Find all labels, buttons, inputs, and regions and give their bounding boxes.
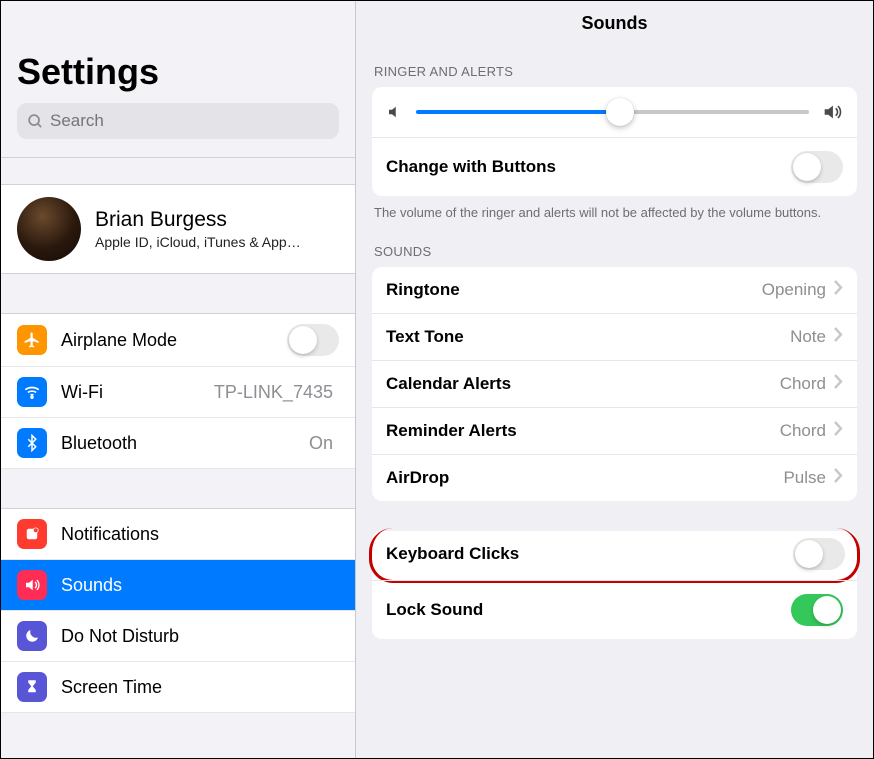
volume-slider[interactable] [416, 110, 809, 114]
lock-sound-row[interactable]: Lock Sound [372, 580, 857, 639]
row-label: Text Tone [386, 327, 790, 347]
row-label: AirDrop [386, 468, 783, 488]
change-with-buttons-row[interactable]: Change with Buttons [372, 137, 857, 196]
sounds-card: Ringtone Opening Text Tone Note Calendar… [372, 267, 857, 501]
row-value: Chord [780, 421, 826, 441]
divider [1, 469, 355, 509]
sidebar-item-label: Bluetooth [61, 433, 309, 454]
sidebar-item-value: TP-LINK_7435 [214, 382, 333, 403]
row-label: Keyboard Clicks [386, 544, 793, 564]
extra-card: Keyboard Clicks Lock Sound [372, 531, 857, 639]
settings-app: Settings Brian Burgess Apple ID, iCloud,… [0, 0, 874, 759]
sidebar-item-wifi[interactable]: Wi-Fi TP-LINK_7435 [1, 367, 355, 418]
wifi-icon [17, 377, 47, 407]
sidebar-item-label: Airplane Mode [61, 330, 287, 351]
texttone-row[interactable]: Text Tone Note [372, 313, 857, 360]
chevron-right-icon [834, 280, 843, 300]
profile-row[interactable]: Brian Burgess Apple ID, iCloud, iTunes &… [1, 185, 355, 274]
airdrop-row[interactable]: AirDrop Pulse [372, 454, 857, 501]
search-input[interactable] [50, 111, 329, 131]
row-value: Opening [762, 280, 826, 300]
section-header-sounds: SOUNDS [356, 222, 873, 267]
sidebar-header: Settings [1, 1, 355, 147]
avatar [17, 197, 81, 261]
sidebar: Settings Brian Burgess Apple ID, iCloud,… [1, 1, 356, 758]
sidebar-item-label: Sounds [61, 575, 339, 596]
chevron-right-icon [834, 327, 843, 347]
content-pane: Sounds RINGER AND ALERTS Change with But… [356, 1, 873, 758]
row-value: Pulse [783, 468, 826, 488]
page-title: Settings [17, 51, 339, 93]
airplane-toggle[interactable] [287, 324, 339, 356]
row-label: Ringtone [386, 280, 762, 300]
ringer-card: Change with Buttons [372, 87, 857, 196]
moon-icon [17, 621, 47, 651]
profile-subtitle: Apple ID, iCloud, iTunes & App… [95, 234, 339, 250]
lock-sound-toggle[interactable] [791, 594, 843, 626]
row-label: Reminder Alerts [386, 421, 780, 441]
notifications-icon [17, 519, 47, 549]
row-label: Lock Sound [386, 600, 791, 620]
section-header-ringer: RINGER AND ALERTS [356, 42, 873, 87]
search-icon [27, 113, 44, 130]
divider [1, 274, 355, 314]
row-label: Change with Buttons [386, 157, 791, 177]
detail-title: Sounds [356, 1, 873, 42]
volume-row [372, 87, 857, 137]
sidebar-item-bluetooth[interactable]: Bluetooth On [1, 418, 355, 469]
sidebar-item-sounds[interactable]: Sounds [1, 560, 355, 611]
sidebar-item-value: On [309, 433, 333, 454]
calendar-alerts-row[interactable]: Calendar Alerts Chord [372, 360, 857, 407]
reminder-alerts-row[interactable]: Reminder Alerts Chord [372, 407, 857, 454]
ringer-footnote: The volume of the ringer and alerts will… [356, 196, 873, 222]
airplane-icon [17, 325, 47, 355]
keyboard-clicks-row[interactable]: Keyboard Clicks [369, 528, 860, 583]
sidebar-item-label: Wi-Fi [61, 382, 214, 403]
divider [1, 157, 355, 185]
sidebar-item-dnd[interactable]: Do Not Disturb [1, 611, 355, 662]
sounds-icon [17, 570, 47, 600]
change-with-buttons-toggle[interactable] [791, 151, 843, 183]
chevron-right-icon [834, 374, 843, 394]
sidebar-item-label: Notifications [61, 524, 339, 545]
chevron-right-icon [834, 421, 843, 441]
sidebar-item-notifications[interactable]: Notifications [1, 509, 355, 560]
sidebar-item-label: Screen Time [61, 677, 339, 698]
bluetooth-icon [17, 428, 47, 458]
ringtone-row[interactable]: Ringtone Opening [372, 267, 857, 313]
sidebar-item-airplane[interactable]: Airplane Mode [1, 314, 355, 367]
volume-high-icon [821, 101, 843, 123]
keyboard-clicks-toggle[interactable] [793, 538, 845, 570]
profile-name: Brian Burgess [95, 208, 339, 232]
sidebar-item-screentime[interactable]: Screen Time [1, 662, 355, 713]
spacer [356, 501, 873, 531]
sidebar-item-label: Do Not Disturb [61, 626, 339, 647]
chevron-right-icon [834, 468, 843, 488]
row-value: Note [790, 327, 826, 347]
slider-knob[interactable] [606, 98, 634, 126]
row-label: Calendar Alerts [386, 374, 780, 394]
hourglass-icon [17, 672, 47, 702]
search-field[interactable] [17, 103, 339, 139]
profile-text: Brian Burgess Apple ID, iCloud, iTunes &… [95, 208, 339, 250]
volume-low-icon [386, 103, 404, 121]
row-value: Chord [780, 374, 826, 394]
